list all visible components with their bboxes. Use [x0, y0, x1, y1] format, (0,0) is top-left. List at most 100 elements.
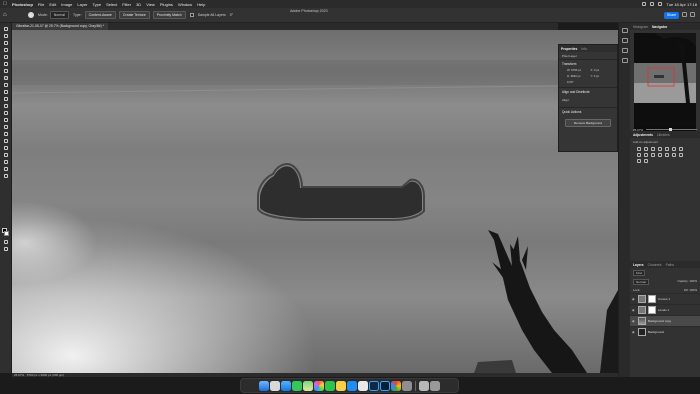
tab-layers[interactable]: Layers [633, 263, 644, 267]
facetime-icon[interactable] [325, 380, 336, 391]
menu-layer[interactable]: Layer [77, 2, 87, 7]
curves-icon[interactable] [651, 147, 655, 151]
type-tool-icon[interactable] [3, 138, 9, 143]
eyedropper-tool-icon[interactable] [3, 68, 9, 73]
invert-icon[interactable] [665, 153, 669, 157]
document-info[interactable]: 5760 px x 3840 px (300 ppi) [27, 373, 64, 377]
tab-channels[interactable]: Channels [648, 263, 662, 267]
menu-edit[interactable]: Edit [49, 2, 56, 7]
angle-value[interactable]: 0° [230, 13, 233, 17]
menu-help[interactable]: Help [197, 2, 205, 7]
visibility-eye-icon[interactable]: ◉ [632, 330, 636, 334]
visibility-eye-icon[interactable]: ◉ [632, 297, 636, 301]
system-settings-icon[interactable] [402, 380, 413, 391]
proximity-match-button[interactable]: Proximity Match [152, 11, 186, 19]
more-tools-icon[interactable] [3, 173, 9, 178]
menu-type[interactable]: Type [92, 2, 101, 7]
tab-libraries[interactable]: Libraries [657, 133, 670, 137]
zoom-tool-icon[interactable] [3, 166, 9, 171]
align-section-title[interactable]: Align and Distribute [559, 87, 617, 96]
search-icon[interactable] [658, 2, 663, 6]
share-button[interactable]: Share [664, 12, 679, 19]
layer-row-background-copy[interactable]: ◉ Background copy [630, 315, 700, 326]
selective-color-icon[interactable] [644, 159, 648, 163]
content-aware-button[interactable]: Content-Aware [84, 11, 116, 19]
navigator-thumbnail[interactable] [634, 33, 696, 131]
fill-field[interactable]: Fill: 100% [684, 288, 697, 292]
finder-icon[interactable] [259, 380, 270, 391]
color-lookup-icon[interactable] [658, 153, 662, 157]
height-field[interactable]: H: 3840 px [567, 74, 591, 78]
background-color-swatch[interactable] [4, 231, 9, 236]
x-field[interactable]: X: 0 px [591, 68, 615, 72]
spot-healing-brush-tool-icon[interactable] [3, 75, 9, 80]
rectangle-tool-icon[interactable] [3, 152, 9, 157]
color-balance-icon[interactable] [679, 147, 683, 151]
lasso-tool-icon[interactable] [3, 40, 9, 45]
channel-mixer-icon[interactable] [651, 153, 655, 157]
dodge-tool-icon[interactable] [3, 124, 9, 129]
document-canvas[interactable] [12, 30, 618, 373]
remove-background-button[interactable]: Remove Background [565, 119, 611, 127]
layer-name[interactable]: Background copy [648, 319, 671, 323]
document-tab[interactable]: Gibraltar-21-05-07 @ 25.7% (Background c… [12, 23, 108, 30]
maps-icon[interactable] [303, 380, 314, 391]
layer-kind-filter[interactable]: Kind [633, 269, 646, 276]
preview-icon[interactable] [358, 380, 369, 391]
layer-name[interactable]: Background [648, 330, 664, 334]
messages-icon[interactable] [292, 380, 303, 391]
trash-icon[interactable] [429, 380, 440, 391]
pen-tool-icon[interactable] [3, 131, 9, 136]
crop-tool-icon[interactable] [3, 54, 9, 59]
notes-icon[interactable] [336, 380, 347, 391]
gradient-tool-icon[interactable] [3, 110, 9, 115]
tab-info[interactable]: Info [581, 47, 587, 51]
photos-icon[interactable] [314, 380, 325, 391]
launchpad-icon[interactable] [270, 380, 281, 391]
menu-file[interactable]: File [38, 2, 44, 7]
move-tool-icon[interactable] [3, 26, 9, 31]
menu-image[interactable]: Image [61, 2, 72, 7]
tab-histogram[interactable]: Histogram [633, 25, 648, 29]
tab-navigator[interactable]: Navigator [652, 25, 667, 29]
app-store-icon[interactable] [347, 380, 358, 391]
menu-3d[interactable]: 3D [136, 2, 141, 7]
quick-actions-title[interactable]: Quick Actions [559, 107, 617, 116]
navigator-zoom-slider[interactable] [646, 127, 697, 132]
photoshop-icon[interactable] [380, 380, 391, 391]
menu-plugins[interactable]: Plugins [160, 2, 173, 7]
brush-preset-picker[interactable] [28, 12, 34, 18]
layer-row-levels[interactable]: ◉ Levels 1 [630, 304, 700, 315]
mask-thumbnail[interactable] [648, 306, 656, 314]
brightness-contrast-icon[interactable] [637, 147, 641, 151]
vibrance-icon[interactable] [665, 147, 669, 151]
history-brush-tool-icon[interactable] [3, 96, 9, 101]
marquee-tool-icon[interactable] [3, 33, 9, 38]
color-icon[interactable] [621, 38, 628, 43]
zoom-readout[interactable]: 25.67% [14, 373, 24, 377]
blur-tool-icon[interactable] [3, 117, 9, 122]
downloads-icon[interactable] [418, 380, 429, 391]
exposure-icon[interactable] [658, 147, 662, 151]
object-selection-tool-icon[interactable] [3, 47, 9, 52]
quick-mask-icon[interactable] [3, 239, 9, 244]
search-icon[interactable] [682, 12, 687, 17]
visibility-eye-icon[interactable]: ◉ [632, 319, 636, 323]
eraser-tool-icon[interactable] [3, 103, 9, 108]
control-center-icon[interactable] [642, 2, 647, 6]
layer-row-curves[interactable]: ◉ Curves 1 [630, 293, 700, 304]
photo-filter-icon[interactable] [644, 153, 648, 157]
mask-thumbnail[interactable] [648, 295, 656, 303]
gradient-map-icon[interactable] [637, 159, 641, 163]
home-icon[interactable]: ⌂ [3, 12, 10, 19]
chrome-icon[interactable] [391, 380, 402, 391]
screen-mode-icon[interactable] [3, 246, 9, 251]
blend-mode-select[interactable]: Normal [633, 278, 649, 285]
frame-tool-icon[interactable] [3, 61, 9, 66]
safari-icon[interactable] [281, 380, 292, 391]
layer-name[interactable]: Curves 1 [658, 297, 670, 301]
menu-filter[interactable]: Filter [122, 2, 131, 7]
apple-icon[interactable]:  [3, 1, 8, 7]
menu-view[interactable]: View [146, 2, 155, 7]
menu-window[interactable]: Window [178, 2, 192, 7]
